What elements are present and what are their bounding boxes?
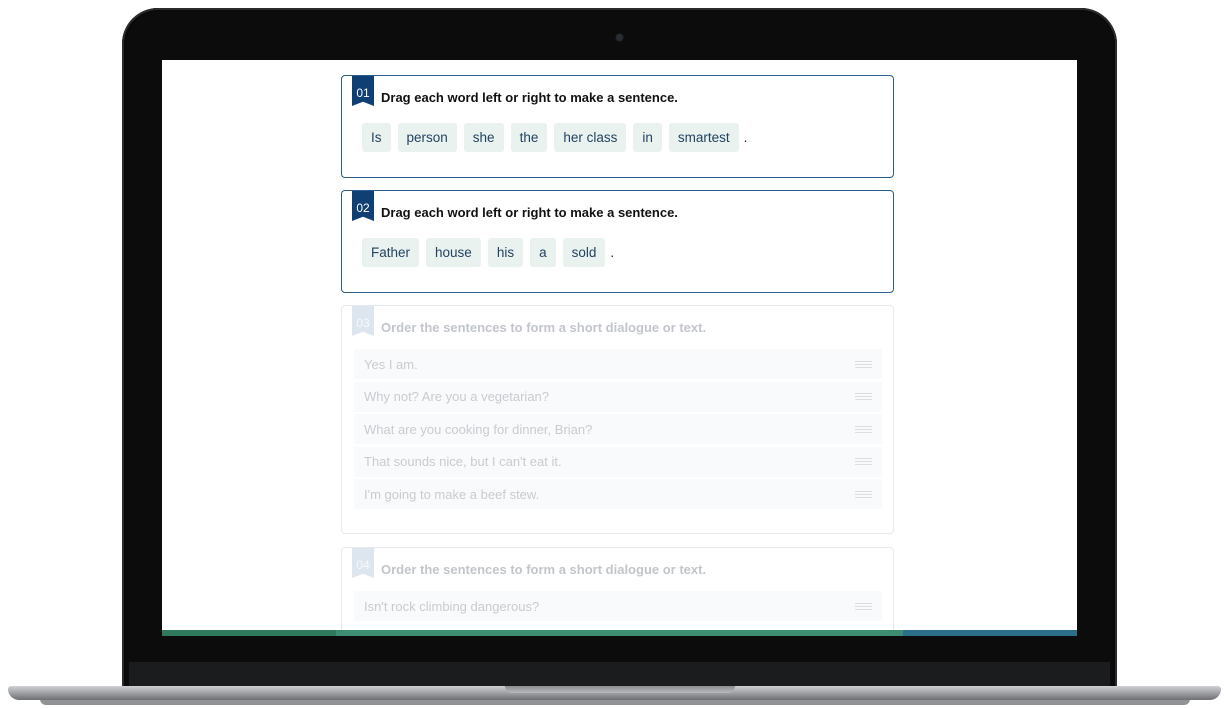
- sentence-row[interactable]: That sounds nice, but I can't eat it.: [354, 446, 882, 477]
- exercise-number-badge: 02: [352, 191, 374, 221]
- word-chip[interactable]: house: [426, 238, 481, 267]
- camera-icon: [616, 34, 623, 41]
- word-chip[interactable]: her class: [554, 123, 627, 152]
- sentence-text: I'm going to make a beef stew.: [364, 486, 540, 502]
- drag-handle-icon[interactable]: [855, 425, 872, 433]
- word-chip[interactable]: Father: [362, 238, 420, 267]
- exercise-instruction: Drag each word left or right to make a s…: [381, 90, 678, 105]
- laptop-hinge-notch: [505, 686, 735, 693]
- sentence-row[interactable]: Why not? Are you a vegetarian?: [354, 381, 882, 412]
- laptop-bezel-chin: [129, 662, 1110, 686]
- exercise-number-badge: 01: [352, 76, 374, 106]
- word-chip[interactable]: she: [463, 123, 504, 152]
- progress-bar: [162, 630, 1077, 636]
- sentence-text: Yes I am.: [364, 356, 418, 372]
- exercise-card-02: 02 Drag each word left or right to make …: [341, 190, 894, 293]
- exercise-instruction: Order the sentences to form a short dial…: [381, 320, 707, 335]
- word-chip[interactable]: Is: [362, 123, 391, 152]
- sentence-text: That sounds nice, but I can't eat it.: [364, 454, 562, 469]
- word-chip[interactable]: his: [487, 238, 524, 267]
- sentence-end-punctuation: .: [610, 245, 615, 260]
- word-chip[interactable]: the: [510, 123, 548, 152]
- sentence-list: Isn't rock climbing dangerous?: [354, 591, 882, 624]
- word-chip[interactable]: a: [530, 238, 556, 267]
- exercise-number-badge: 03: [352, 306, 374, 336]
- sentence-row[interactable]: Yes I am.: [354, 349, 882, 379]
- word-chip-row: Is person she the her class in smartest …: [362, 123, 747, 152]
- laptop-screen: 01 Drag each word left or right to make …: [162, 60, 1077, 636]
- sentence-text: What are you cooking for dinner, Brian?: [364, 421, 593, 437]
- drag-handle-icon[interactable]: [855, 458, 872, 465]
- drag-handle-icon[interactable]: [855, 602, 872, 610]
- sentence-row[interactable]: Isn't rock climbing dangerous?: [354, 591, 882, 621]
- drag-handle-icon[interactable]: [855, 393, 872, 400]
- sentence-row[interactable]: What are you cooking for dinner, Brian?: [354, 414, 882, 444]
- exercise-instruction: Drag each word left or right to make a s…: [381, 205, 678, 220]
- sentence-list: Yes I am. Why not? Are you a vegetarian?…: [354, 349, 882, 512]
- sentence-end-punctuation: .: [743, 130, 748, 145]
- sentence-text: Why not? Are you a vegetarian?: [364, 389, 550, 404]
- exercise-number-badge: 04: [352, 548, 374, 578]
- exercise-card-04: 04 Order the sentences to form a short d…: [341, 547, 894, 636]
- drag-handle-icon[interactable]: [855, 360, 872, 368]
- word-chip[interactable]: smartest: [668, 123, 739, 152]
- exercise-card-03: 03 Order the sentences to form a short d…: [341, 305, 894, 534]
- exercise-instruction: Order the sentences to form a short dial…: [381, 562, 707, 577]
- sentence-row[interactable]: I'm going to make a beef stew.: [354, 479, 882, 509]
- exercise-card-01: 01 Drag each word left or right to make …: [341, 75, 894, 178]
- drag-handle-icon[interactable]: [855, 490, 872, 498]
- word-chip[interactable]: in: [633, 123, 662, 152]
- word-chip[interactable]: person: [397, 123, 457, 152]
- word-chip-row: Father house his a sold .: [362, 238, 614, 267]
- sentence-text: Isn't rock climbing dangerous?: [364, 598, 540, 614]
- word-chip[interactable]: sold: [562, 238, 606, 267]
